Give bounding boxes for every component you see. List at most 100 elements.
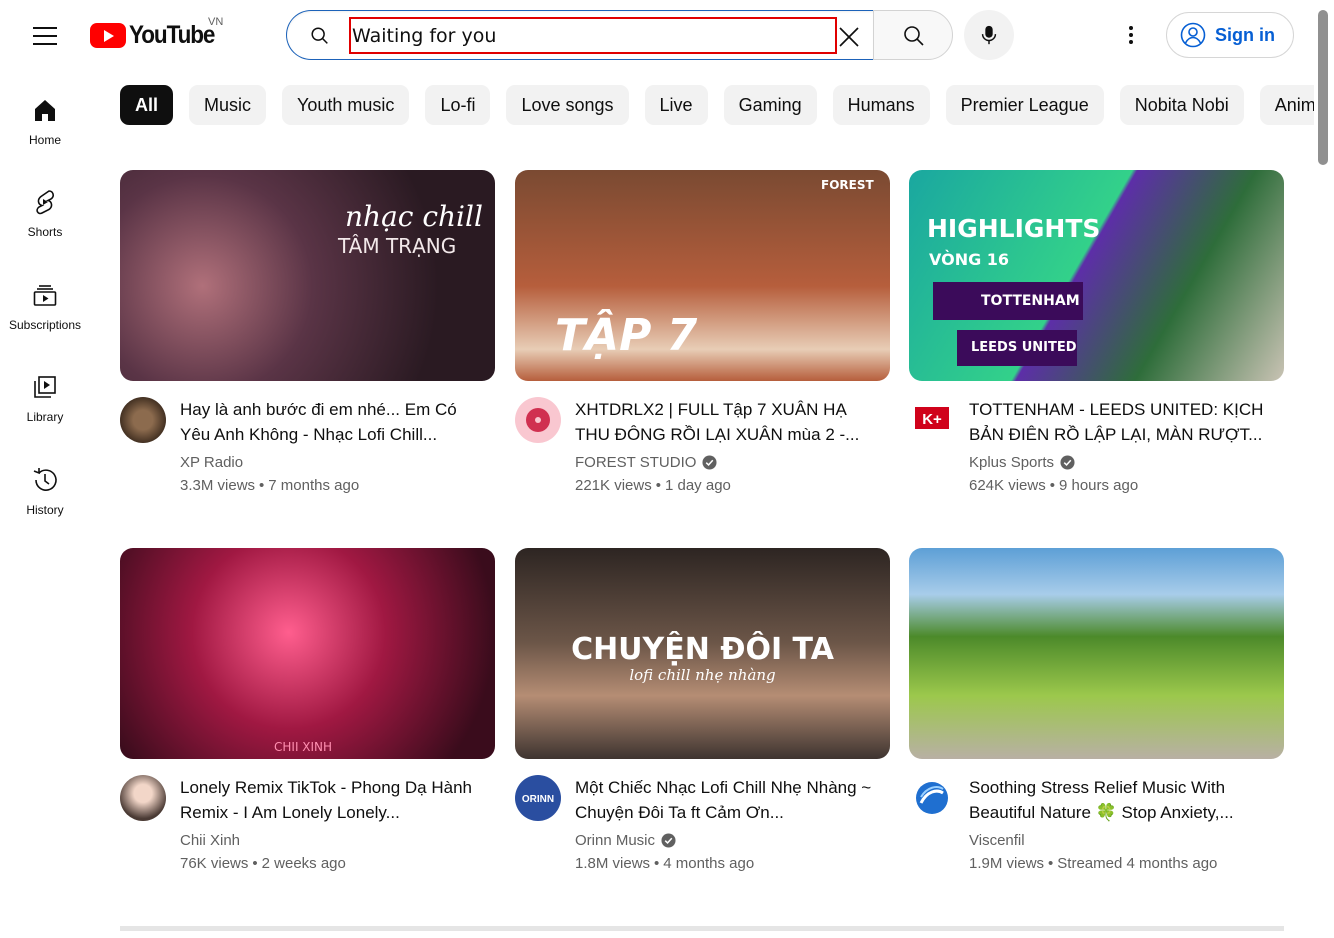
voice-search-button[interactable] — [964, 10, 1014, 60]
channel-avatar[interactable] — [909, 775, 955, 821]
video-stats: 1.9M views • Streamed 4 months ago — [969, 855, 1218, 872]
thumbnail-title-text: nhạc chill — [345, 200, 483, 233]
sidebar-item-subscriptions[interactable]: Subscriptions — [0, 271, 90, 345]
chip-gaming[interactable]: Gaming — [723, 85, 817, 125]
sidebar-item-label: Shorts — [27, 225, 63, 239]
video-title[interactable]: XHTDRLX2 | FULL Tập 7 XUÂN HẠ THU ĐÔNG R… — [575, 397, 875, 447]
library-icon — [34, 376, 56, 398]
thumbnail-artist-text: CHII XINH — [274, 740, 333, 754]
upload-age: 1 day ago — [664, 477, 731, 494]
sidebar-item-shorts[interactable]: Shorts — [0, 178, 90, 252]
video-card: HIGHLIGHTS VÒNG 16 TOTTENHAM LEEDS UNITE… — [909, 170, 1284, 501]
search-button[interactable] — [873, 10, 953, 60]
chip-lo-fi[interactable]: Lo-fi — [425, 85, 491, 125]
thumbnail-subtitle-text: TÂM TRẠNG — [338, 234, 457, 258]
orinn-logo: ORINN — [522, 794, 554, 805]
view-count: 3.3M views — [180, 477, 256, 494]
section-divider — [120, 926, 1284, 931]
channel-name[interactable]: Orinn Music — [575, 832, 676, 849]
view-count: 1.9M views — [969, 855, 1045, 872]
menu-icon-bar — [33, 43, 57, 45]
view-count: 624K views — [969, 477, 1046, 494]
thumbnail-title-text: CHUYỆN ĐÔI TA — [571, 632, 834, 667]
channel-name[interactable]: Kplus Sports — [969, 454, 1075, 471]
channel-name[interactable]: FOREST STUDIO — [575, 454, 717, 471]
search-icon — [904, 26, 924, 46]
chip-all[interactable]: All — [120, 85, 174, 125]
video-thumbnail[interactable]: CHII XINH — [120, 548, 495, 759]
page-scrollbar[interactable] — [1318, 10, 1328, 165]
youtube-logo[interactable]: YouTube — [90, 18, 224, 52]
channel-avatar[interactable]: K+ — [909, 397, 955, 443]
search-box — [286, 10, 874, 60]
video-thumbnail[interactable]: HIGHLIGHTS VÒNG 16 TOTTENHAM LEEDS UNITE… — [909, 170, 1284, 381]
video-stats: 76K views • 2 weeks ago — [180, 855, 346, 872]
svg-text:ORINN: ORINN — [522, 794, 554, 805]
upload-age: 2 weeks ago — [261, 855, 346, 872]
menu-icon-bar — [33, 35, 57, 37]
chip-premier-league[interactable]: Premier League — [945, 85, 1104, 125]
channel-name[interactable]: Chii Xinh — [180, 832, 240, 849]
viscenfil-logo — [916, 782, 948, 814]
more-dot — [1129, 26, 1133, 30]
channel-avatar[interactable] — [515, 397, 561, 443]
video-thumbnail[interactable]: CHUYỆN ĐÔI TA lofi chill nhẹ nhàng — [515, 548, 890, 759]
channel-avatar[interactable]: ORINN — [515, 775, 561, 821]
channel-name[interactable]: XP Radio — [180, 454, 243, 471]
chip-music[interactable]: Music — [189, 85, 267, 125]
chip-humans[interactable]: Humans — [832, 85, 930, 125]
channel-name-text: Orinn Music — [575, 832, 656, 849]
guide-menu-button[interactable] — [25, 16, 65, 56]
thumbnail-team-away: LEEDS UNITED — [957, 330, 1077, 366]
chip-nobita-nobi[interactable]: Nobita Nobi — [1119, 85, 1244, 125]
video-title[interactable]: Soothing Stress Relief Music With Beauti… — [969, 775, 1269, 825]
sidebar-item-history[interactable]: History — [0, 456, 90, 530]
microphone-icon — [981, 25, 997, 45]
masthead: YouTube VN Waiting for you Sign in — [0, 0, 1334, 70]
sidebar-item-label: Library — [26, 410, 64, 424]
menu-icon-bar — [33, 27, 57, 29]
video-title[interactable]: Lonely Remix TikTok - Phong Dạ Hành Remi… — [180, 775, 480, 825]
video-thumbnail[interactable]: TẬP 7 FOREST — [515, 170, 890, 381]
sign-in-button[interactable]: Sign in — [1166, 12, 1294, 58]
settings-more-button[interactable] — [1110, 14, 1152, 56]
more-dot — [1129, 40, 1133, 44]
video-title[interactable]: Hay là anh bước đi em nhé... Em Có Yêu A… — [180, 397, 480, 447]
sign-in-label: Sign in — [1215, 24, 1275, 45]
thumbnail-title-text: HIGHLIGHTS — [927, 214, 1101, 243]
video-card: nhạc chill TÂM TRẠNG Hay là anh bước đi … — [120, 170, 495, 501]
chip-anima[interactable]: Anima — [1259, 85, 1314, 125]
chip-live[interactable]: Live — [644, 85, 708, 125]
svg-text:K+: K+ — [922, 411, 942, 428]
clear-search-icon[interactable] — [835, 23, 863, 51]
account-circle-icon — [1180, 22, 1206, 48]
kplus-sports-logo: K+ — [915, 407, 949, 429]
video-title[interactable]: TOTTENHAM - LEEDS UNITED: KỊCH BẢN ĐIÊN … — [969, 397, 1269, 447]
thumbnail-brand-text: FOREST — [821, 178, 874, 192]
video-stats: 624K views • 9 hours ago — [969, 477, 1139, 494]
chip-love-songs[interactable]: Love songs — [506, 85, 629, 125]
chip-youth-music[interactable]: Youth music — [282, 85, 410, 125]
video-title[interactable]: Một Chiếc Nhạc Lofi Chill Nhẹ Nhàng ~ Ch… — [575, 775, 875, 825]
verified-badge-icon — [702, 455, 717, 470]
channel-name-text: XP Radio — [180, 454, 244, 471]
home-icon — [35, 100, 55, 121]
search-input[interactable] — [349, 17, 837, 54]
video-thumbnail[interactable]: nhạc chill TÂM TRẠNG — [120, 170, 495, 381]
channel-avatar[interactable] — [120, 397, 166, 443]
sidebar-item-home[interactable]: Home — [0, 86, 90, 160]
channel-name-text: FOREST STUDIO — [575, 454, 697, 471]
view-count: 1.8M views — [575, 855, 651, 872]
video-stats: 221K views • 1 day ago — [575, 477, 731, 494]
channel-name-text: Viscenfil — [969, 832, 1025, 849]
view-count: 221K views — [575, 477, 652, 494]
search-icon — [311, 27, 328, 44]
view-count: 76K views — [180, 855, 249, 872]
sidebar-item-library[interactable]: Library — [0, 363, 90, 437]
video-card: TẬP 7 FOREST XHTDRLX2 | FULL Tập 7 XUÂN … — [515, 170, 890, 501]
video-thumbnail[interactable] — [909, 548, 1284, 759]
channel-avatar[interactable] — [120, 775, 166, 821]
video-stats: 3.3M views • 7 months ago — [180, 477, 360, 494]
verified-badge-icon — [1060, 455, 1075, 470]
channel-name[interactable]: Viscenfil — [969, 832, 1025, 849]
